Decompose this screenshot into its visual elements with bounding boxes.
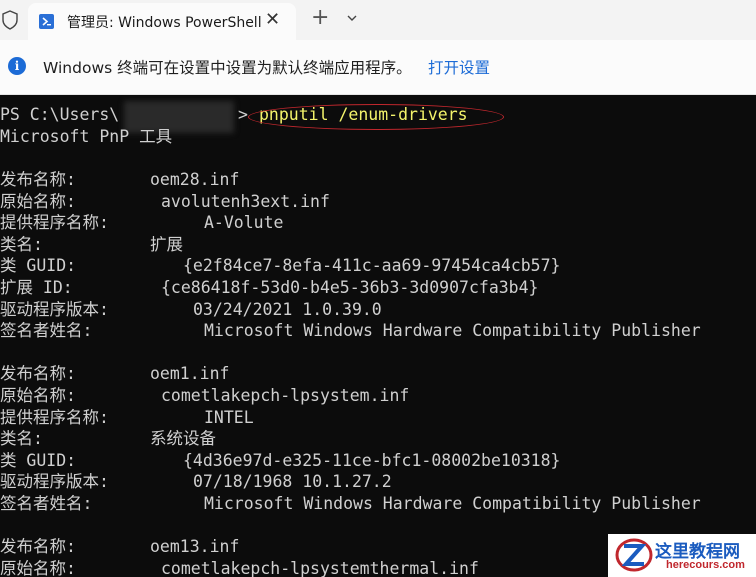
field-label: 签名者姓名: — [0, 321, 93, 341]
field-value: cometlakepch-lpsystemthermal.inf — [161, 558, 479, 577]
field-label: 原始名称: — [0, 386, 76, 405]
field-value: cometlakepch-lpsystem.inf — [161, 386, 410, 405]
field-label: 原始名称: — [0, 191, 76, 211]
open-settings-link[interactable]: 打开设置 — [428, 56, 490, 78]
field-label: 签名者姓名: — [0, 494, 93, 513]
command-highlight-ellipse — [248, 104, 504, 130]
field-label: 扩展 ID: — [0, 278, 73, 297]
field-value: oem1.inf — [150, 364, 230, 384]
field-value: 系统设备 — [150, 429, 216, 449]
new-tab-button[interactable]: + — [311, 5, 329, 30]
field-value: Microsoft Windows Hardware Compatibility… — [204, 321, 701, 341]
watermark-url: herecours.com — [666, 559, 745, 571]
field-label: 驱动程序版本: — [0, 472, 109, 492]
shield-icon — [2, 10, 18, 30]
chevron-down-icon[interactable] — [346, 12, 358, 24]
tab-title: 管理员: Windows PowerShell — [67, 15, 262, 31]
field-value: oem13.inf — [150, 537, 240, 557]
field-value: avolutenh3ext.inf — [161, 191, 330, 211]
field-label: 发布名称: — [0, 364, 76, 384]
prompt-line: PS C:\Users\ > pnputil /enum-drivers — [0, 104, 468, 126]
field-label: 类名: — [0, 234, 43, 254]
field-value: {ce86418f-53d0-b4e5-36b3-3d0907cfa3b4} — [161, 278, 539, 297]
prompt-text: PS C:\Users\ — [0, 105, 120, 124]
field-label: 类名: — [0, 429, 43, 449]
field-label: 驱动程序版本: — [0, 299, 109, 319]
field-value: {e2f84ce7-8efa-411c-aa69-97454ca4cb57} — [183, 256, 561, 276]
watermark-logo-icon — [615, 538, 653, 572]
field-label: 提供程序名称: — [0, 213, 109, 233]
field-value: 07/18/1968 10.1.27.2 — [193, 472, 392, 492]
close-tab-button[interactable]: ✕ — [265, 9, 280, 30]
tab-bar: 管理员: Windows PowerShell ✕ + — [0, 0, 756, 40]
tool-line-text: Microsoft PnP 工具 — [0, 127, 173, 146]
info-icon: i — [8, 57, 26, 75]
info-bar: i Windows 终端可在设置中设置为默认终端应用程序。 打开设置 — [0, 40, 756, 95]
tool-line: Microsoft PnP 工具 — [0, 126, 172, 148]
field-label: 类 GUID: — [0, 450, 77, 470]
field-label: 发布名称: — [0, 537, 76, 557]
field-value: oem28.inf — [150, 170, 240, 189]
field-value: INTEL — [204, 407, 254, 427]
field-label: 提供程序名称: — [0, 407, 109, 427]
info-message: Windows 终端可在设置中设置为默认终端应用程序。 — [43, 59, 412, 77]
field-label: 原始名称: — [0, 558, 76, 577]
field-value: 03/24/2021 1.0.39.0 — [193, 299, 382, 319]
powershell-icon — [39, 14, 54, 29]
tab-powershell[interactable]: 管理员: Windows PowerShell ✕ — [28, 3, 296, 40]
field-label: 类 GUID: — [0, 256, 77, 276]
prompt-end: > — [238, 105, 248, 124]
field-value: 扩展 — [150, 234, 183, 254]
field-value: {4d36e97d-e325-11ce-bfc1-08002be10318} — [183, 450, 561, 470]
field-label: 发布名称: — [0, 170, 76, 189]
terminal-output[interactable]: PS C:\Users\ > pnputil /enum-drivers Mic… — [0, 95, 756, 577]
field-value: Microsoft Windows Hardware Compatibility… — [204, 494, 701, 513]
field-value: A-Volute — [204, 213, 284, 233]
watermark: 这里教程网 herecours.com — [608, 534, 756, 577]
